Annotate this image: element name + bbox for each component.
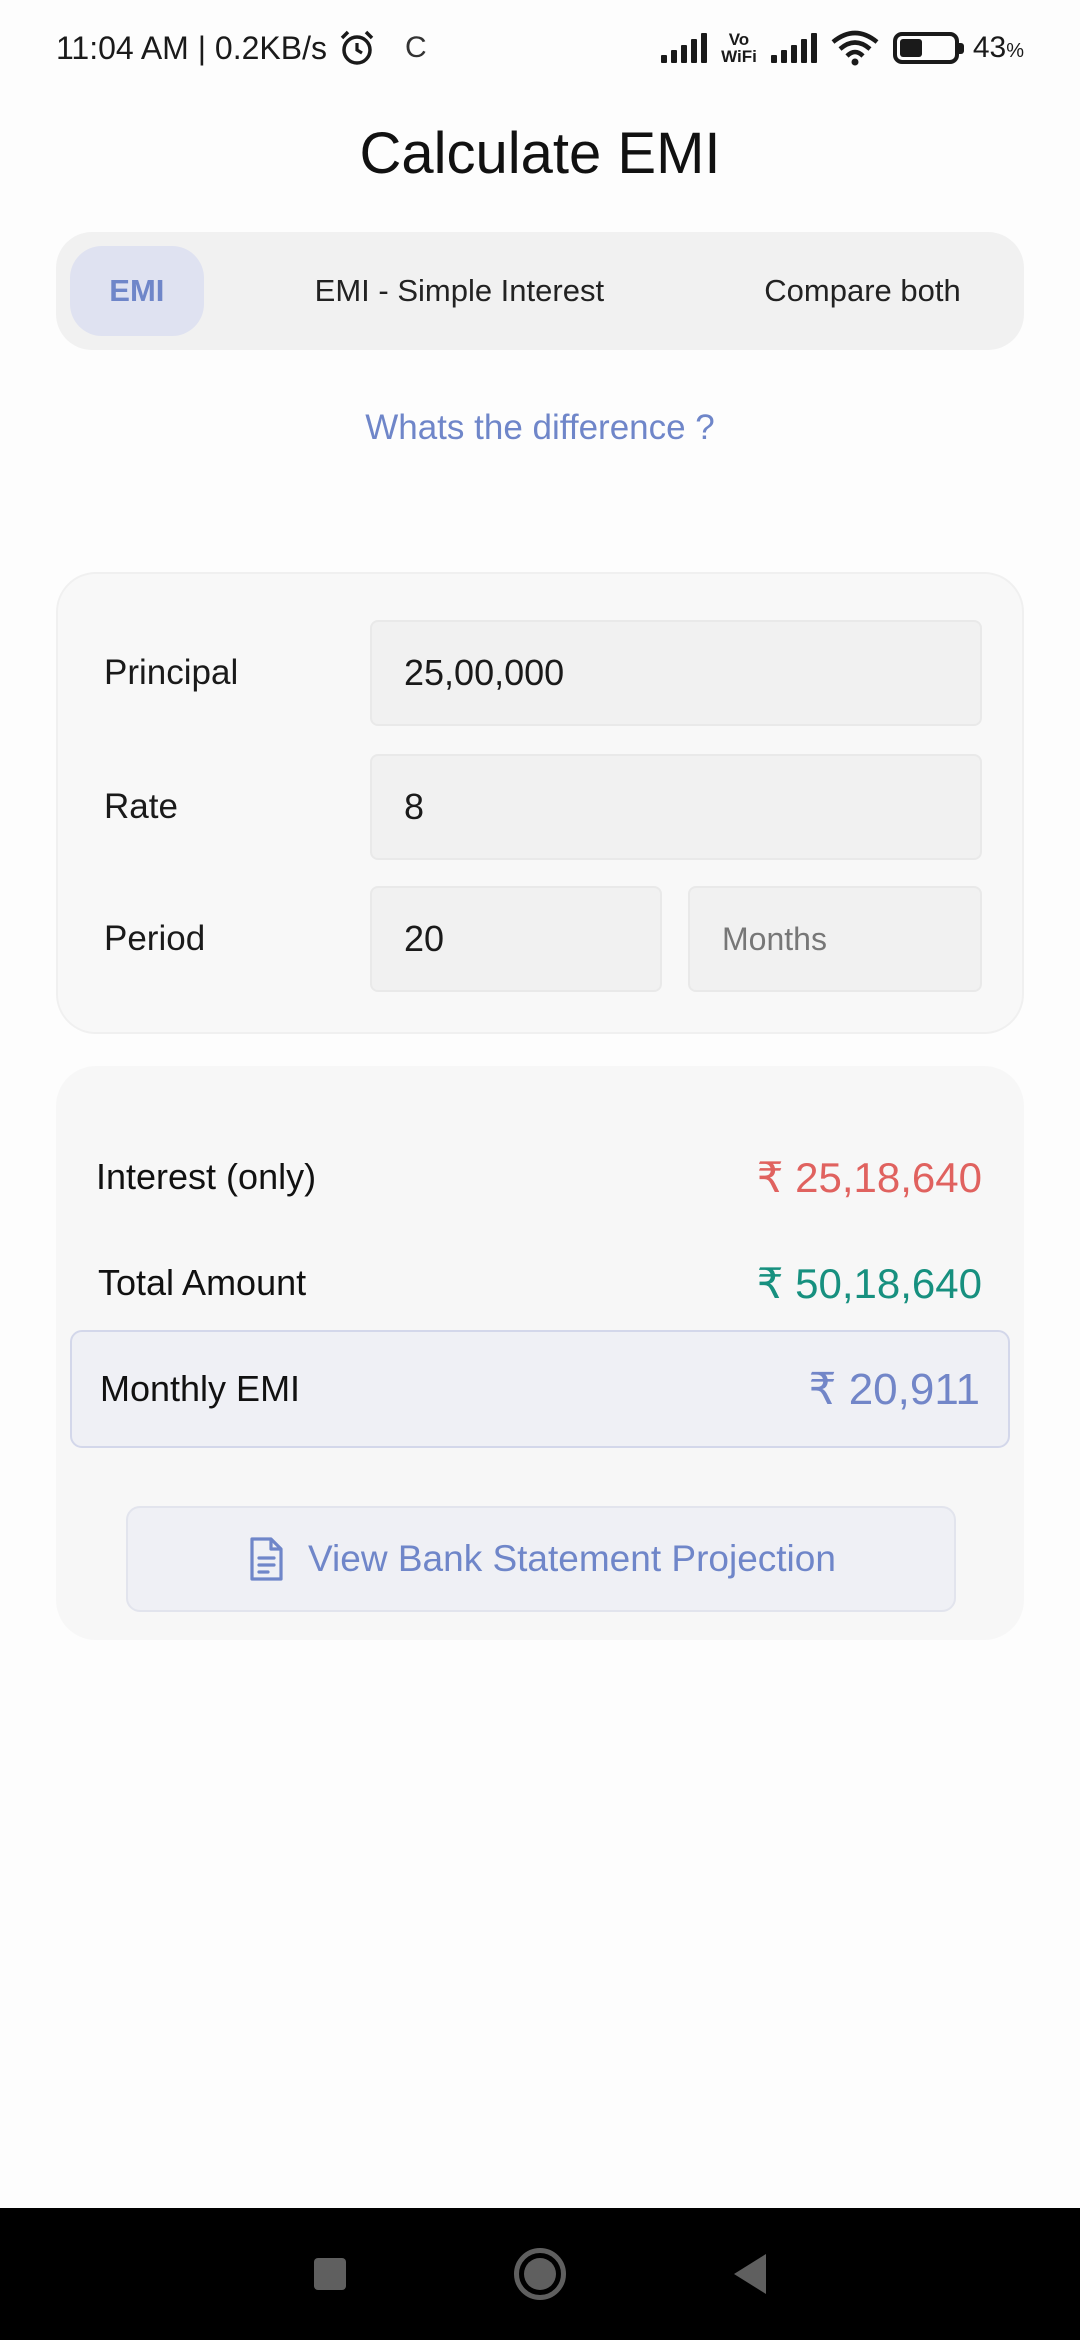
vowifi-icon: Vo WiFi: [721, 31, 757, 65]
status-left: 11:04 AM | 0.2KB/s C: [56, 28, 427, 68]
result-card: Interest (only) ₹ 25,18,640 Total Amount…: [56, 1066, 1024, 1640]
home-button[interactable]: [514, 2248, 566, 2300]
rate-row: Rate 8: [58, 754, 1022, 860]
vowifi-top: Vo: [728, 30, 750, 49]
battery-percent: 43%: [973, 31, 1024, 65]
status-right: Vo WiFi 43%: [661, 30, 1024, 66]
total-amount-value: ₹ 50,18,640: [756, 1259, 982, 1307]
tab-emi-simple-interest[interactable]: EMI - Simple Interest: [204, 246, 715, 336]
interest-value: ₹ 25,18,640: [756, 1153, 982, 1201]
view-bank-statement-projection-button[interactable]: View Bank Statement Projection: [126, 1506, 956, 1612]
monthly-emi-value: ₹ 20,911: [808, 1364, 980, 1414]
back-button[interactable]: [734, 2254, 766, 2294]
period-row: Period 20 Months: [58, 886, 1022, 992]
rate-label: Rate: [104, 787, 178, 826]
status-bar: 11:04 AM | 0.2KB/s C Vo WiFi 43%: [0, 0, 1080, 96]
input-card: Principal 25,00,000 Rate 8 Period 20 Mon…: [56, 572, 1024, 1034]
battery-icon: [892, 32, 964, 64]
interest-label: Interest (only): [96, 1156, 317, 1197]
principal-label: Principal: [104, 653, 239, 692]
alarm-icon: [340, 30, 374, 65]
wifi-icon: [831, 30, 879, 66]
tab-compare-both[interactable]: Compare both: [715, 246, 1010, 336]
period-input[interactable]: 20: [370, 886, 662, 992]
period-label: Period: [104, 919, 206, 958]
period-unit-input[interactable]: Months: [688, 886, 982, 992]
status-time: 11:04 AM | 0.2KB/s: [56, 29, 327, 66]
total-amount-row: Total Amount ₹ 50,18,640: [56, 1248, 1024, 1318]
total-amount-label: Total Amount: [98, 1262, 307, 1303]
interest-row: Interest (only) ₹ 25,18,640: [56, 1142, 1024, 1212]
monthly-emi-box: Monthly EMI ₹ 20,911: [70, 1330, 1010, 1448]
signal-1-icon: [661, 33, 708, 63]
status-c-indicator: C: [404, 31, 427, 64]
projection-button-label: View Bank Statement Projection: [308, 1538, 836, 1579]
screen: 11:04 AM | 0.2KB/s C Vo WiFi 43% Calcula…: [0, 0, 1080, 2340]
vowifi-bottom: WiFi: [721, 47, 757, 66]
rate-input[interactable]: 8: [370, 754, 982, 860]
recents-button[interactable]: [314, 2258, 346, 2290]
monthly-emi-label: Monthly EMI: [100, 1368, 301, 1409]
battery-percent-value: 43: [972, 31, 1007, 64]
system-nav-bar: [0, 2208, 1080, 2340]
document-icon: [250, 1537, 283, 1581]
whats-the-difference-link[interactable]: Whats the difference ?: [0, 408, 1080, 448]
tab-emi[interactable]: EMI: [70, 246, 204, 336]
principal-input[interactable]: 25,00,000: [370, 620, 982, 726]
battery-level: [899, 39, 923, 57]
page-title: Calculate EMI: [359, 121, 721, 186]
signal-2-icon: [770, 33, 817, 63]
calculator-mode-tabs: EMI EMI - Simple Interest Compare both: [56, 232, 1024, 350]
home-button-inner: [524, 2258, 556, 2290]
principal-row: Principal 25,00,000: [58, 620, 1022, 726]
battery-percent-unit: %: [1006, 40, 1024, 62]
